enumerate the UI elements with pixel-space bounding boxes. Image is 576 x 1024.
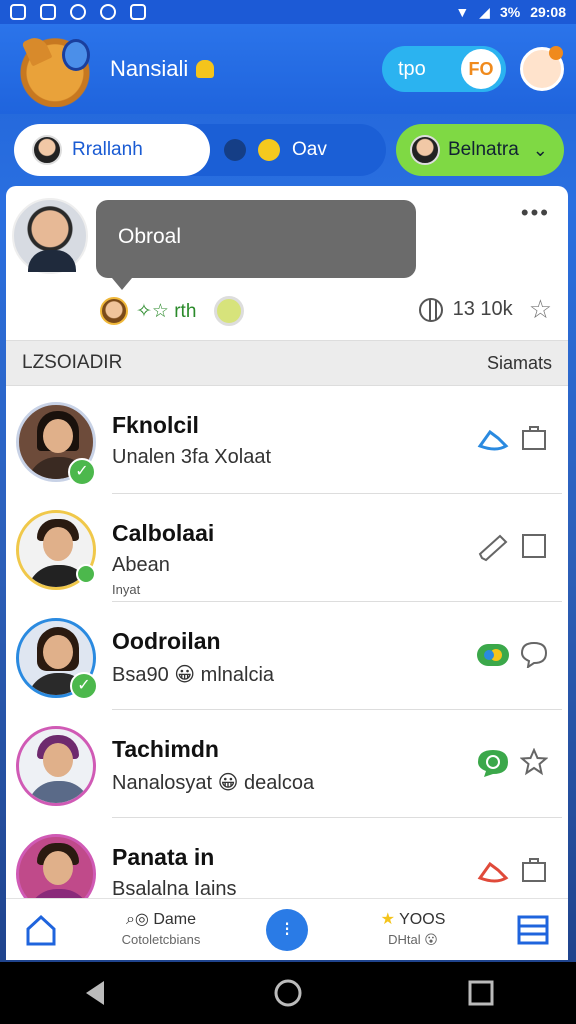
system-navigation-bar xyxy=(0,962,576,1024)
app-title: Nansiali xyxy=(110,56,215,82)
main-card: Obroal ••• ✧☆ rth 13 10k ☆ LZSOIADIR Sia… xyxy=(6,186,568,898)
bag-icon[interactable] xyxy=(520,856,548,884)
notification-icon xyxy=(40,4,56,20)
home-circle-icon[interactable] xyxy=(273,978,303,1008)
nav-home[interactable] xyxy=(6,914,76,946)
verified-check-icon: ✓ xyxy=(70,672,98,700)
list-item[interactable]: Calbolaai Abean Inyat xyxy=(6,494,568,602)
bag-icon[interactable] xyxy=(520,424,548,452)
nav-list[interactable] xyxy=(498,915,568,945)
dot-icon xyxy=(224,139,246,161)
app-header: Nansiali tpo FO xyxy=(0,24,576,114)
star-icon[interactable]: ☆ xyxy=(529,294,552,325)
square-icon[interactable] xyxy=(520,532,548,560)
avatar xyxy=(100,297,128,325)
list-icon xyxy=(517,915,549,944)
badge-icon[interactable] xyxy=(476,640,510,670)
star-icon: ★ xyxy=(380,910,400,928)
more-options-icon[interactable]: ••• xyxy=(521,200,550,226)
dots-icon: ⁝ xyxy=(283,919,291,941)
post-author-avatar[interactable] xyxy=(12,198,88,274)
post-stats: 13 10k ☆ xyxy=(418,294,552,325)
notification-icon xyxy=(10,4,26,20)
avatar xyxy=(32,135,62,165)
header-toggle[interactable]: tpo FO xyxy=(382,46,506,92)
nav-slot-1[interactable]: ⌕◎ Dame Cotoletcbians xyxy=(76,910,246,950)
chat-bubble-green-icon[interactable] xyxy=(476,748,510,778)
app-logo-icon[interactable] xyxy=(12,31,98,107)
bottom-navigation: ⌕◎ Dame Cotoletcbians ⁝ ★ YOOS DHtal 😮 xyxy=(6,898,568,960)
message-bubble[interactable]: Obroal xyxy=(96,200,416,290)
list-item[interactable]: ✓ Oodroilan Bsa90 😀 mlnalcia xyxy=(6,602,568,710)
list-item[interactable]: ✓ Fknolcil Unalen 3fa Xolaat xyxy=(6,386,568,494)
notification-icon xyxy=(70,4,86,20)
home-icon xyxy=(26,914,56,945)
emoji-icon xyxy=(258,139,280,161)
section-header: LZSOIADIR Siamats xyxy=(6,340,568,386)
chip-contact-3[interactable]: Belnatra ⌄ xyxy=(396,124,564,176)
filter-chips: Rrallanh Oav Belnatra ⌄ xyxy=(14,124,564,176)
status-bar: ▼ ◢ 3% 29:08 xyxy=(0,0,576,24)
verified-check-icon: ✓ xyxy=(68,458,96,486)
list-item[interactable]: Panata in Bsalalna Iains xyxy=(6,818,568,898)
chevron-down-icon: ⌄ xyxy=(532,139,548,160)
toggle-knob: FO xyxy=(461,49,501,89)
profile-avatar[interactable] xyxy=(520,46,564,91)
battery-text: 3% xyxy=(499,4,521,20)
avatar xyxy=(16,726,96,806)
globe-icon xyxy=(418,297,443,322)
star-icon[interactable] xyxy=(520,748,548,776)
chip-contact-2[interactable]: Oav xyxy=(184,124,386,176)
emoji-icon: 😮 xyxy=(424,931,438,947)
search-icon: ⌕◎ xyxy=(125,910,154,928)
post-meta: ✧☆ rth xyxy=(100,296,245,326)
wifi-icon: ▼ xyxy=(455,4,470,20)
nav-slot-2[interactable]: ★ YOOS DHtal 😮 xyxy=(328,910,498,950)
chat-icon[interactable] xyxy=(520,640,548,668)
emoji-icon[interactable] xyxy=(214,296,245,326)
list-item[interactable]: Tachimdn Nanalosyat 😀 dealcoa xyxy=(6,710,568,818)
link-icon[interactable] xyxy=(476,424,510,454)
avatar xyxy=(16,834,96,898)
clock: 29:08 xyxy=(530,4,566,20)
notification-icon xyxy=(100,4,116,20)
avatar xyxy=(410,135,440,165)
online-status-icon xyxy=(76,564,96,584)
pen-icon[interactable] xyxy=(476,532,510,562)
link-icon[interactable] xyxy=(476,856,510,886)
chip-contact-1[interactable]: Rrallanh xyxy=(14,124,210,176)
post: Obroal ••• ✧☆ rth 13 10k ☆ xyxy=(6,186,568,340)
recents-icon[interactable] xyxy=(468,980,494,1006)
compose-button[interactable]: ⁝ xyxy=(266,908,308,951)
signal-icon: ◢ xyxy=(479,3,490,20)
notification-icon xyxy=(130,4,146,20)
back-icon[interactable] xyxy=(82,979,108,1007)
bell-icon[interactable] xyxy=(196,60,215,78)
